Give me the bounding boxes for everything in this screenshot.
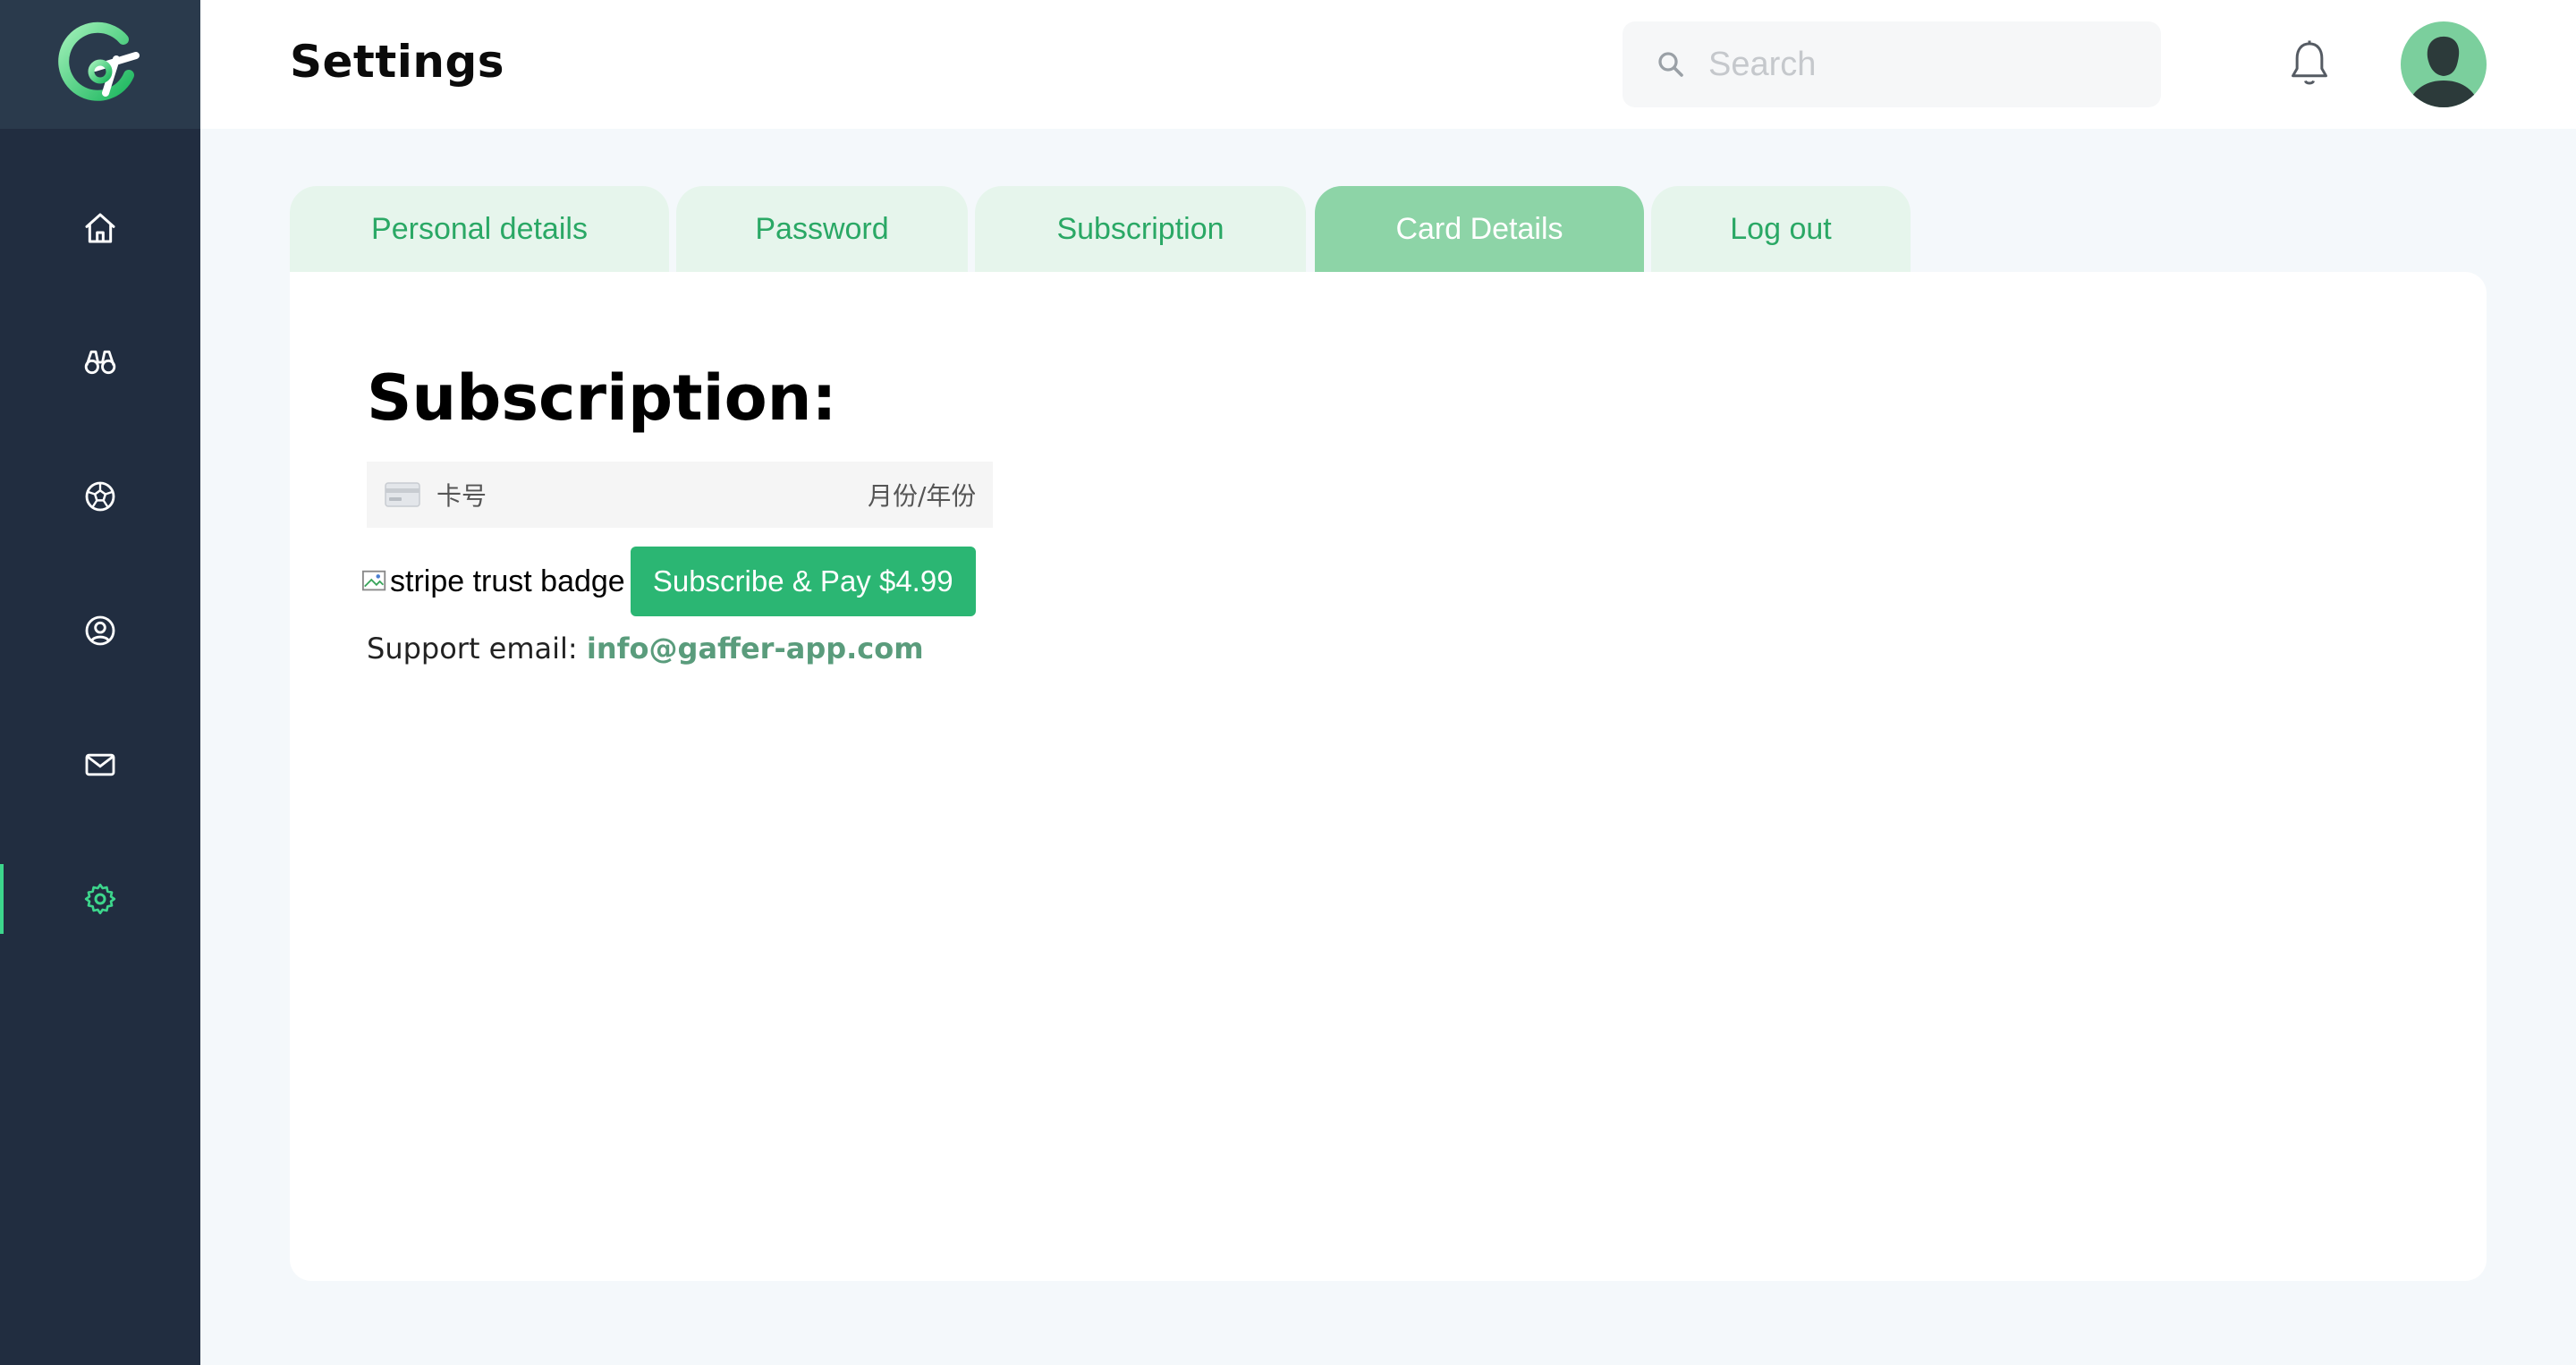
- search-icon: [1658, 52, 1683, 77]
- support-email-link[interactable]: info@gaffer-app.com: [587, 632, 924, 666]
- stripe-trust-badge: stripe trust badge: [361, 546, 625, 617]
- home-icon: [85, 213, 115, 243]
- tab-personal-details[interactable]: Personal details: [290, 186, 669, 272]
- user-circle-icon: [85, 615, 115, 646]
- tab-password[interactable]: Password: [676, 186, 968, 272]
- credit-card-icon: [385, 482, 420, 507]
- sidebar-item-matches[interactable]: [0, 462, 200, 531]
- tab-subscription[interactable]: Subscription: [975, 186, 1306, 272]
- mail-icon: [85, 753, 115, 776]
- sidebar-item-home[interactable]: [0, 193, 200, 263]
- bell-icon: [2292, 40, 2327, 85]
- logo-icon: [58, 21, 140, 101]
- search-box[interactable]: [1623, 21, 2161, 107]
- tab-card-details[interactable]: Card Details: [1315, 186, 1644, 272]
- support-label: Support email:: [367, 632, 587, 666]
- broken-image-icon: [361, 570, 386, 591]
- soccer-ball-icon: [85, 481, 115, 512]
- search-input[interactable]: [1707, 44, 2136, 85]
- user-avatar-icon: [2407, 36, 2480, 107]
- sidebar: [0, 0, 200, 1365]
- page-title: Settings: [290, 36, 505, 88]
- sidebar-item-messages[interactable]: [0, 730, 200, 800]
- binoculars-icon: [84, 350, 116, 375]
- subscribe-pay-button[interactable]: Subscribe & Pay $4.99: [630, 547, 976, 616]
- card-number-placeholder: 卡号: [436, 481, 487, 511]
- expiry-placeholder[interactable]: 月份/年份: [868, 477, 975, 513]
- notifications-button[interactable]: [2284, 38, 2334, 95]
- settings-panel: Subscription: 卡号 月份/年份 stripe trust badg…: [290, 272, 2487, 1281]
- app-logo[interactable]: [0, 0, 200, 129]
- top-header: Settings: [200, 0, 2576, 129]
- section-title: Subscription:: [367, 361, 837, 435]
- card-number-field[interactable]: 卡号 月份/年份: [367, 462, 993, 528]
- support-email-line: Support email: info@gaffer-app.com: [367, 632, 924, 666]
- sidebar-item-profile[interactable]: [0, 596, 200, 666]
- tab-log-out[interactable]: Log out: [1651, 186, 1911, 272]
- gear-icon: [84, 883, 116, 915]
- payment-row: stripe trust badge Subscribe & Pay $4.99: [361, 546, 976, 617]
- avatar[interactable]: [2401, 21, 2487, 107]
- sidebar-item-scouting[interactable]: [0, 327, 200, 397]
- badge-alt-text: stripe trust badge: [390, 564, 625, 598]
- sidebar-item-settings[interactable]: [0, 864, 200, 934]
